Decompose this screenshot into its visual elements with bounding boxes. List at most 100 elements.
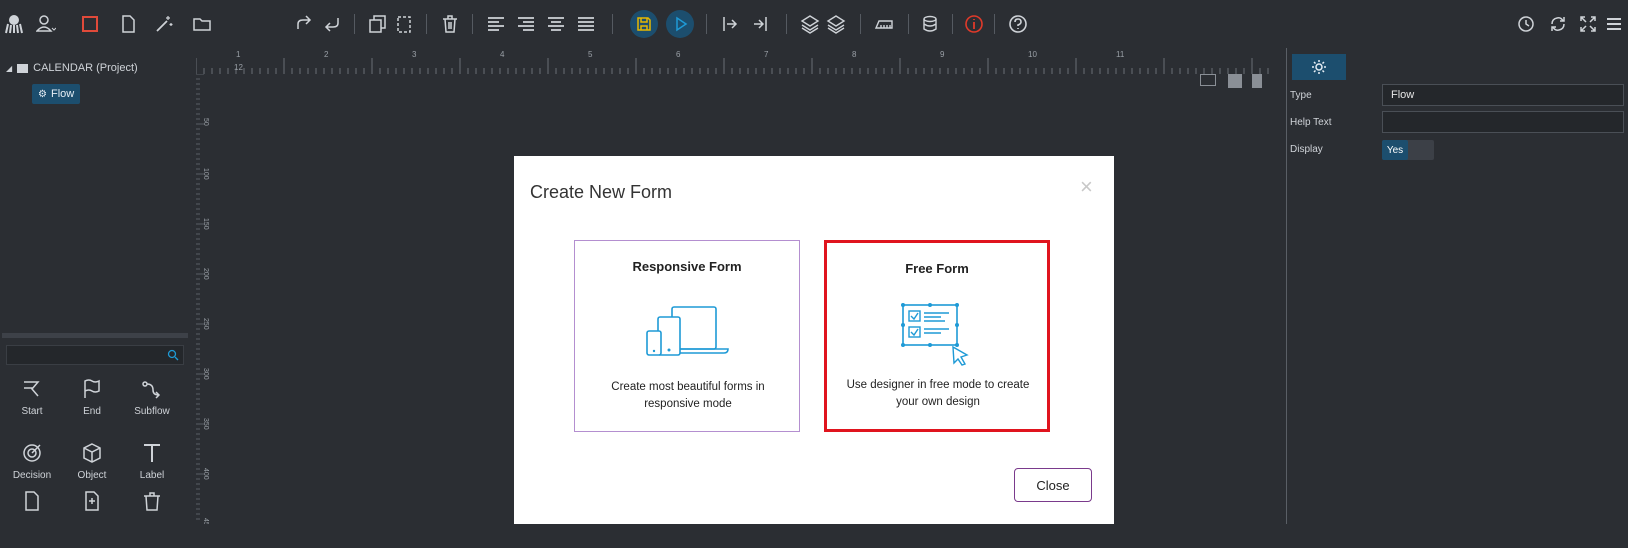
redo-icon[interactable] xyxy=(292,12,316,36)
user-icon[interactable] xyxy=(34,12,58,36)
copy-icon[interactable] xyxy=(366,12,390,36)
mobile-view-icon[interactable] xyxy=(1252,74,1262,88)
tool-add-page[interactable] xyxy=(62,490,122,548)
ruler-left-number: 350 xyxy=(202,418,209,430)
ruler-left-number: 450 xyxy=(202,518,209,524)
tool-label: End xyxy=(83,405,101,417)
ruler-left-number: 250 xyxy=(202,318,209,330)
desktop-view-icon[interactable] xyxy=(1200,74,1216,86)
ruler-top-number: 2 xyxy=(324,50,329,59)
square-icon[interactable] xyxy=(78,12,102,36)
layer-up-icon[interactable] xyxy=(798,12,822,36)
tab-settings[interactable] xyxy=(1292,54,1346,80)
indent-left-icon[interactable] xyxy=(748,12,772,36)
panel-divider[interactable] xyxy=(1286,48,1287,524)
paste-icon[interactable] xyxy=(392,12,416,36)
indent-right-icon[interactable] xyxy=(718,12,742,36)
ruler-top-number: 4 xyxy=(500,50,505,59)
free-form-card[interactable]: Free Form Use designer in free mode to c… xyxy=(824,240,1050,432)
tool-label: Object xyxy=(77,469,107,481)
ruler-top-number: 1 xyxy=(236,50,241,59)
horizontal-ruler: 1 2 3 4 5 6 7 8 9 10 11 12 xyxy=(196,48,1276,75)
play-icon[interactable] xyxy=(666,10,694,38)
file-icon[interactable] xyxy=(116,12,140,36)
save-icon[interactable] xyxy=(630,10,658,38)
close-button[interactable]: Close xyxy=(1014,468,1092,502)
help-icon[interactable] xyxy=(1006,12,1030,36)
database-icon[interactable] xyxy=(918,12,942,36)
fullscreen-icon[interactable] xyxy=(1576,12,1600,36)
target-icon xyxy=(23,443,41,462)
ruler-left-number: 300 xyxy=(202,368,209,380)
ruler-top-number: 6 xyxy=(676,50,681,59)
ruler-left-number: 150 xyxy=(202,218,209,230)
flag-icon xyxy=(84,378,100,398)
prop-help-field[interactable] xyxy=(1382,111,1624,133)
tool-label: Subflow xyxy=(134,405,170,417)
prop-type-field[interactable]: Flow xyxy=(1382,84,1624,106)
align-right-icon[interactable] xyxy=(514,12,538,36)
free-form-description: Use designer in free mode to create your… xyxy=(846,379,1030,408)
tool-label[interactable]: Label xyxy=(122,432,182,490)
history-icon[interactable] xyxy=(1514,12,1538,36)
tool-decision[interactable]: Decision xyxy=(2,432,62,490)
tool-search-input[interactable] xyxy=(6,345,184,365)
ruler-left-number: 400 xyxy=(202,468,209,480)
trash-icon[interactable] xyxy=(438,12,462,36)
collapse-triangle-icon[interactable]: ◢ xyxy=(6,64,12,73)
folder-icon xyxy=(17,63,29,73)
undo-icon[interactable] xyxy=(320,12,344,36)
tree-project-label: CALENDAR (Project) xyxy=(33,62,138,74)
vertical-ruler: 50 100 150 200 250 300 350 400 450 xyxy=(196,74,212,524)
ruler-top-number: 3 xyxy=(412,50,417,59)
free-form-title: Free Form xyxy=(905,261,969,276)
tool-end[interactable]: End xyxy=(62,368,122,426)
tree-flow-item[interactable]: ⚙ Flow xyxy=(32,84,81,104)
menu-icon[interactable] xyxy=(1602,12,1626,36)
align-center-icon[interactable] xyxy=(544,12,568,36)
tool-object[interactable]: Object xyxy=(62,432,122,490)
ruler-top-number: 9 xyxy=(940,50,945,59)
align-left-icon[interactable] xyxy=(484,12,508,36)
folder-icon[interactable] xyxy=(190,12,214,36)
ruler-icon[interactable] xyxy=(872,12,896,36)
panel-splitter[interactable] xyxy=(2,333,188,338)
tool-start[interactable]: Start xyxy=(2,368,62,426)
ruler-top-number: 7 xyxy=(764,50,769,59)
align-justify-icon[interactable] xyxy=(574,12,598,36)
octopus-logo-icon[interactable] xyxy=(2,12,26,36)
main-toolbar xyxy=(0,0,1628,48)
ruler-top-number: 8 xyxy=(852,50,857,59)
tool-label: Label xyxy=(139,469,165,481)
responsive-form-description: Create most beautiful forms in responsiv… xyxy=(611,381,765,410)
tool-page[interactable] xyxy=(2,490,62,548)
properties-panel: Type Flow Help Text Display Yes xyxy=(1288,48,1628,524)
tool-label: Decision xyxy=(12,469,52,481)
tree-project-row[interactable]: ◢ CALENDAR (Project) xyxy=(6,62,138,74)
layer-down-icon[interactable] xyxy=(824,12,848,36)
tool-subflow[interactable]: Subflow xyxy=(122,368,182,426)
display-toggle-value: Yes xyxy=(1382,140,1408,160)
ruler-left-number: 50 xyxy=(202,118,209,126)
text-icon xyxy=(144,443,160,462)
file-add-icon xyxy=(85,491,99,511)
tree-flow-label: Flow xyxy=(50,88,75,100)
prop-type-label: Type xyxy=(1290,90,1312,101)
ruler-top-sub-number: 12 xyxy=(234,63,243,72)
refresh-icon[interactable] xyxy=(1546,12,1570,36)
close-icon[interactable]: × xyxy=(1080,174,1093,200)
ruler-left-number: 100 xyxy=(202,168,209,180)
prop-display-label: Display xyxy=(1290,144,1323,155)
ruler-top-number: 11 xyxy=(1116,50,1125,59)
tablet-view-icon[interactable] xyxy=(1228,74,1242,88)
info-icon[interactable] xyxy=(962,12,986,36)
tool-delete[interactable] xyxy=(122,490,182,548)
responsive-form-card[interactable]: Responsive Form Create most beautiful fo… xyxy=(574,240,800,432)
devices-icon xyxy=(646,306,729,356)
tool-label: Start xyxy=(21,405,43,417)
search-icon xyxy=(167,349,179,361)
magic-wand-icon[interactable] xyxy=(152,12,176,36)
ruler-top-number: 5 xyxy=(588,50,593,59)
gear-icon xyxy=(1312,60,1326,74)
display-toggle[interactable]: Yes xyxy=(1382,140,1434,160)
